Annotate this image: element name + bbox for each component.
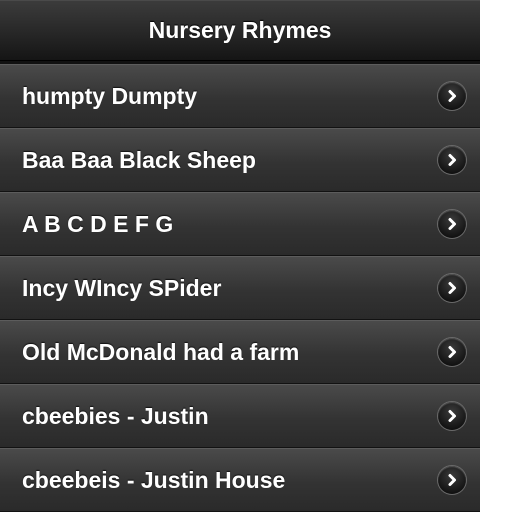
chevron-right-icon[interactable] [438, 338, 466, 366]
header-bar: Nursery Rhymes [0, 0, 480, 61]
chevron-right-icon[interactable] [438, 210, 466, 238]
chevron-right-icon[interactable] [438, 82, 466, 110]
list-item-cbeebies-justin[interactable]: cbeebies - Justin [0, 384, 480, 448]
list-item-label: Baa Baa Black Sheep [22, 146, 256, 173]
list-item-incy-wincy-spider[interactable]: Incy WIncy SPider [0, 256, 480, 320]
page-title: Nursery Rhymes [148, 16, 332, 43]
list-item-cbeebeis-justin-house[interactable]: cbeebeis - Justin House [0, 448, 480, 512]
list-item-baa-baa-black-sheep[interactable]: Baa Baa Black Sheep [0, 128, 480, 192]
list-item-label: Old McDonald had a farm [22, 338, 300, 365]
chevron-right-icon[interactable] [438, 274, 466, 302]
list-item-abcdefg[interactable]: A B C D E F G [0, 192, 480, 256]
list-item-label: A B C D E F G [22, 210, 174, 237]
rhyme-list: humpty Dumpty Baa Baa Black Sheep A B C … [0, 61, 480, 512]
chevron-right-icon[interactable] [438, 402, 466, 430]
list-item-humpty-dumpty[interactable]: humpty Dumpty [0, 64, 480, 128]
list-item-old-mcdonald[interactable]: Old McDonald had a farm [0, 320, 480, 384]
list-item-label: cbeebeis - Justin House [22, 466, 286, 493]
list-item-label: humpty Dumpty [22, 82, 198, 109]
list-item-label: Incy WIncy SPider [22, 274, 222, 301]
app-window: Nursery Rhymes humpty Dumpty Baa Baa Bla… [0, 0, 480, 512]
list-item-label: cbeebies - Justin [22, 402, 209, 429]
chevron-right-icon[interactable] [438, 146, 466, 174]
chevron-right-icon[interactable] [438, 466, 466, 494]
